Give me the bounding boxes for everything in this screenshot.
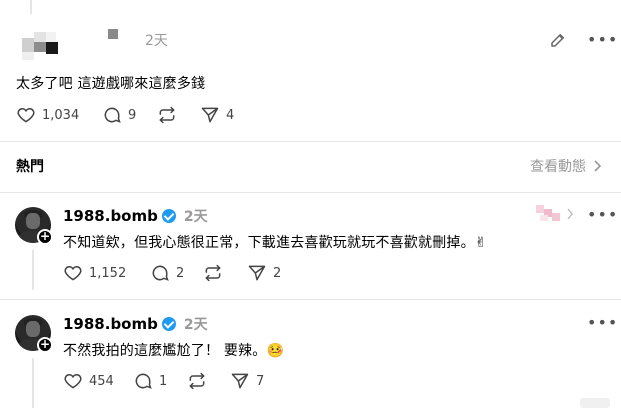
avatar[interactable] [16,28,64,62]
chevron-right-icon[interactable] [566,208,574,220]
avatar-face [26,213,40,229]
reply-text: 不知道欸，但我心態很正常，下載進去喜歡玩就玩不喜歡就刪掉。✌ [63,235,487,251]
repost-icon [187,371,207,391]
like-count: 1,034 [42,107,80,123]
more-dots-icon[interactable]: ••• [587,30,618,49]
follow-plus-button[interactable]: + [37,229,53,245]
comment-button[interactable]: 1 [133,371,167,391]
share-count: 4 [226,107,235,123]
share-count: 2 [273,265,282,281]
post-text: 太多了吧 這遊戲哪來這麼多錢 [16,76,206,92]
send-icon [200,105,220,125]
avatar-face [26,321,40,337]
repost-icon [203,263,223,283]
comment-bubble-icon [133,371,153,391]
pencil-icon[interactable] [549,31,567,49]
thread-line [32,250,34,290]
share-button[interactable]: 4 [200,105,234,125]
like-button[interactable]: 1,152 [63,263,126,283]
follow-plus-button[interactable]: + [37,337,53,353]
username-redacted[interactable] [108,29,118,39]
comment-button[interactable]: 2 [150,263,184,283]
username-text: 1988.bomb [63,315,158,333]
more-dots-icon[interactable]: ••• [587,205,618,224]
share-count: 7 [256,373,265,389]
comment-count: 9 [128,107,137,123]
pixelated-reaction [536,205,560,223]
reply-time: 2天 [183,209,208,225]
repost-button[interactable] [157,105,177,125]
comment-count: 2 [176,265,185,281]
send-icon [247,263,267,283]
verified-badge-icon [161,317,176,331]
like-button[interactable]: 1,034 [16,105,79,125]
heart-icon [63,371,83,391]
view-activity-link[interactable]: 查看動態 [530,156,602,176]
share-button[interactable]: 7 [230,371,264,391]
more-dots-icon[interactable]: ••• [587,313,618,332]
verified-badge-icon [161,209,176,223]
divider [0,192,621,193]
username-text: 1988.bomb [63,207,158,225]
partial-element [580,398,610,408]
share-button[interactable]: 2 [247,263,281,283]
thread-line [32,358,34,408]
divider [0,299,621,300]
repost-button[interactable] [203,263,223,283]
comment-bubble-icon [102,105,122,125]
reply-username[interactable]: 1988.bomb 2天 [63,314,208,334]
post-time: 2天 [145,33,168,49]
reply-username[interactable]: 1988.bomb 2天 [63,206,208,226]
chevron-right-icon [592,159,602,173]
heart-icon [16,105,36,125]
like-count: 1,152 [89,265,127,281]
repost-icon [157,105,177,125]
view-activity-label: 查看動態 [530,159,586,175]
reply-time: 2天 [183,317,208,333]
like-button[interactable]: 454 [63,371,114,391]
send-icon [230,371,250,391]
divider [0,141,621,142]
section-title[interactable]: 熱門 [16,156,44,176]
thread-line-top [30,0,32,14]
comment-count: 1 [159,373,168,389]
repost-button[interactable] [187,371,207,391]
heart-icon [63,263,83,283]
like-count: 454 [89,373,114,389]
comment-button[interactable]: 9 [102,105,136,125]
reply-text: 不然我拍的這麼尷尬了！ 要辣。🤒 [63,343,285,359]
comment-bubble-icon [150,263,170,283]
